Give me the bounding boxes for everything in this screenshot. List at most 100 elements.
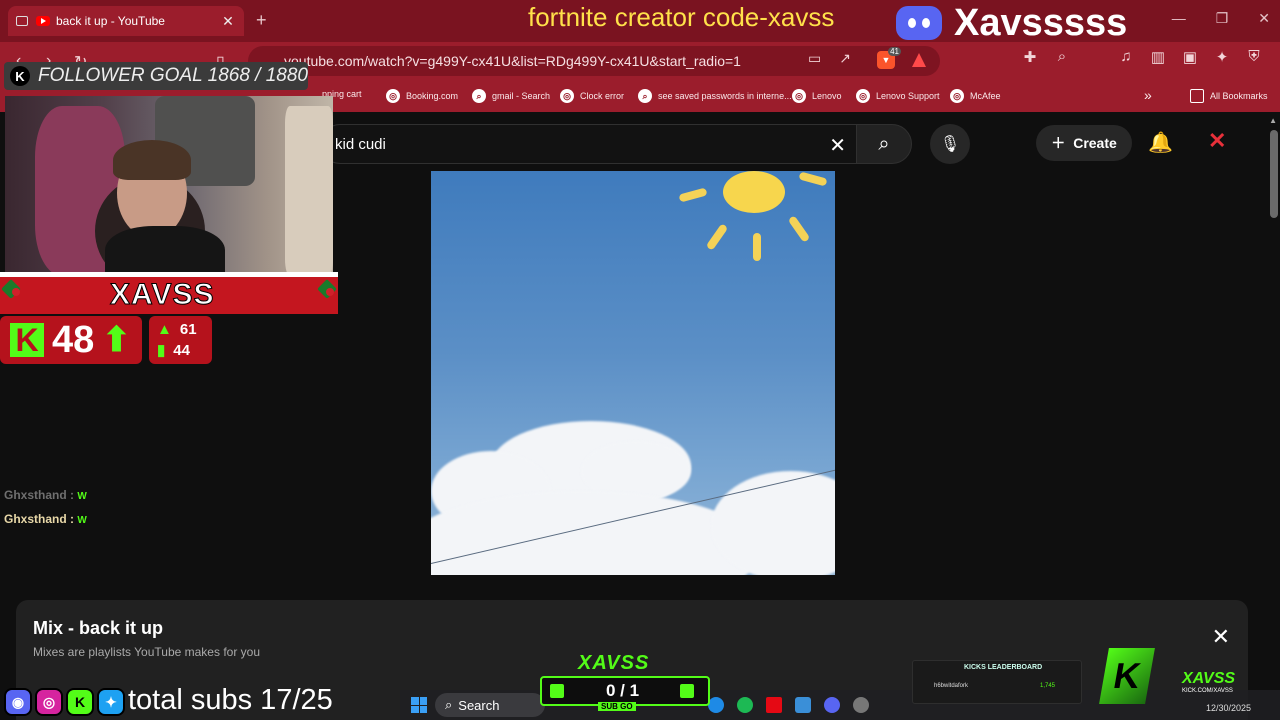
sun-ray (753, 233, 761, 261)
create-button[interactable]: ＋ Create (1036, 125, 1132, 161)
discord-app-icon[interactable] (824, 697, 840, 713)
discord-icon (896, 6, 942, 40)
share-icon[interactable]: ↗ (839, 50, 851, 67)
spotify-icon[interactable] (737, 697, 753, 713)
scroll-up-icon[interactable]: ▲ (1269, 116, 1277, 125)
bookmark-label: gmail - Search (492, 91, 551, 101)
search-icon: ⌕ (445, 697, 453, 712)
search-input[interactable]: kid cudi ✕ (320, 124, 856, 164)
search-button[interactable]: ⌕ (856, 124, 912, 164)
folder-app-icon[interactable] (795, 697, 811, 713)
streamer-name: XAVSS (109, 278, 215, 312)
wallet-icon[interactable]: ▣ (1180, 48, 1200, 66)
clear-search-icon[interactable]: ✕ (829, 133, 846, 158)
taskbar-search[interactable]: ⌕ Search (435, 693, 545, 717)
leaderboard-value: 1,745 (1040, 683, 1056, 689)
brave-rewards-icon[interactable] (912, 53, 926, 67)
tab-title: back it up - YouTube (56, 14, 165, 28)
chat-user: Ghxsthand : (4, 488, 75, 502)
all-bookmarks-label: All Bookmarks (1210, 91, 1268, 101)
netflix-icon[interactable] (766, 697, 782, 713)
bookmark-item[interactable]: ⌕ gmail - Search (472, 89, 550, 103)
sun-ray (798, 171, 828, 187)
follower-goal-text: FOLLOWER GOAL 1868 / 1880 (37, 65, 308, 86)
chat-overlay: Ghxsthand : W Ghxsthand : W (4, 484, 87, 532)
music-icon[interactable]: ♫ (1116, 48, 1136, 66)
url-actions: ▭ ↗ (808, 50, 851, 67)
windows-start-icon[interactable] (411, 697, 427, 713)
extensions-icon[interactable]: ✚ (1020, 48, 1040, 66)
edge-icon[interactable] (708, 697, 724, 713)
voice-search-button[interactable]: 🎙 (930, 124, 970, 164)
brave-badge: 41 (888, 47, 901, 56)
bookmark-item[interactable]: ⌕ see saved passwords in interne... (638, 89, 792, 103)
brave-shields-icon[interactable]: ▼ 41 (877, 47, 901, 69)
bookmark-label: Booking.com (406, 91, 459, 101)
instagram-icon: ◎ (35, 688, 63, 716)
holly-berry (12, 288, 20, 296)
taskbar-search-label: Search (458, 697, 500, 713)
webcam-feed (5, 96, 333, 276)
bookmark-item[interactable]: ◎ Booking.com (386, 89, 458, 103)
sub-goal-value: 0 / 1 (606, 681, 640, 700)
brand-url: KICK.COM/XAVSS (1182, 688, 1233, 694)
bookmark-item[interactable]: ◎ Clock error (560, 89, 624, 103)
kick-icon: K (10, 66, 30, 86)
sun-ray (705, 223, 729, 251)
bookmark-label: Lenovo (812, 91, 842, 101)
streamer-shirt (105, 226, 225, 276)
kick-follower-count: 48 (52, 318, 95, 361)
maximize-icon[interactable]: ❐ (1216, 10, 1229, 27)
cloud (711, 471, 835, 575)
kick-follower-stat: K 48 ⬆ (0, 316, 142, 364)
leaderboard-title: KICKS LEADERBOARD (964, 664, 1043, 671)
more-bookmarks-icon[interactable]: » (1144, 87, 1152, 103)
scrollbar-thumb[interactable] (1270, 130, 1278, 218)
sun-ray (678, 187, 708, 203)
search-icon: ⌕ (472, 89, 486, 103)
bookmark-label: Lenovo Support (876, 91, 940, 101)
kick-logo-icon: K (10, 322, 44, 358)
all-bookmarks[interactable]: All Bookmarks (1190, 89, 1268, 103)
bookmark-item[interactable]: ◎ Lenovo Support (856, 89, 940, 103)
close-tab-icon[interactable]: ✕ (220, 13, 236, 30)
viewer-stats: ▲ 61 ▮ 44 (149, 316, 212, 364)
chat-message: Ghxsthand : W (4, 508, 87, 532)
settings-app-icon[interactable] (853, 697, 869, 713)
cast-icon[interactable]: ▭ (808, 50, 821, 67)
bookmark-item[interactable]: ◎ Lenovo (792, 89, 842, 103)
leo-ai-icon[interactable]: ✦ (1212, 48, 1232, 66)
video-player[interactable] (431, 171, 835, 575)
discord-handle: Xavsssss (954, 2, 1128, 44)
chat-user: Ghxsthand : (4, 512, 75, 526)
bookmark-item[interactable]: ◎ McAfee (950, 89, 1001, 103)
close-mix-icon[interactable]: ✕ (1212, 624, 1230, 650)
brand-name: XAVSS (1182, 670, 1236, 687)
tab-group-icon (16, 16, 28, 26)
sub-goal-caption: SUB GO (598, 702, 636, 711)
minimize-icon[interactable]: — (1172, 10, 1186, 27)
new-tab-icon[interactable]: + (256, 10, 267, 31)
close-window-icon[interactable]: ✕ (1258, 10, 1270, 27)
chat-emote: W (77, 515, 87, 526)
search-tabs-icon[interactable]: ⌕ (1052, 48, 1072, 66)
close-x-icon[interactable]: ✕ (1208, 128, 1226, 154)
folder-icon (1190, 89, 1204, 103)
vpn-icon[interactable]: ⛨ (1244, 48, 1264, 66)
url-text: youtube.com/watch?v=g499Y-cx41U&list=RDg… (284, 53, 741, 69)
globe-icon: ◎ (792, 89, 806, 103)
menu-icon[interactable]: ≡ (1276, 48, 1280, 66)
stat-top-value: 61 (179, 321, 197, 338)
bar-chart-icon: ▮ (157, 342, 166, 359)
globe-icon: ◎ (950, 89, 964, 103)
social-icons: ◉ ◎ K ✦ (4, 688, 125, 716)
sidebar-icon[interactable]: ▥ (1148, 48, 1168, 66)
sub-goal-logo: XAVSS (578, 652, 650, 674)
search-query: kid cudi (335, 135, 386, 153)
notifications-bell-icon[interactable]: 🔔 (1148, 130, 1173, 155)
gift-icon (550, 684, 564, 698)
browser-tab[interactable]: back it up - YouTube ✕ (8, 6, 244, 36)
holly-berry (326, 288, 334, 296)
globe-icon: ◎ (386, 89, 400, 103)
